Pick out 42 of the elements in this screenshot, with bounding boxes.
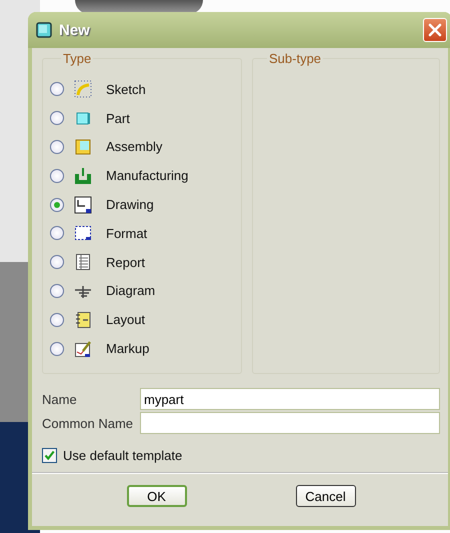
type-option-label: Drawing — [106, 197, 154, 212]
radio-button[interactable] — [50, 198, 64, 212]
dotted-arc-icon — [74, 80, 92, 98]
group-label: Sub-type — [267, 51, 324, 66]
radio-button[interactable] — [50, 312, 64, 327]
radio-button[interactable] — [50, 140, 64, 154]
text-input-field[interactable]: mypart — [140, 388, 440, 410]
pen-markup-icon — [74, 340, 92, 358]
radio-button[interactable] — [50, 255, 64, 270]
type-option-label: Markup — [106, 341, 150, 356]
tool-icon — [74, 166, 92, 185]
list-icon — [74, 253, 92, 272]
cancel-button[interactable]: Cancel — [296, 485, 356, 507]
close-button[interactable] — [423, 18, 447, 42]
radio-button[interactable] — [50, 342, 64, 356]
radio-button[interactable] — [50, 284, 64, 298]
group-label: Type — [61, 51, 94, 66]
type-option-label: Diagram — [106, 283, 156, 298]
notebook-icon — [74, 310, 92, 329]
type-option-label: Format — [106, 226, 148, 241]
text-input-field[interactable] — [140, 412, 440, 434]
dashed-frame-icon — [74, 224, 92, 242]
assembly-icon — [74, 138, 92, 156]
close-icon — [428, 23, 442, 37]
type-option-label: Report — [106, 254, 146, 270]
type-option-label: Manufacturing — [106, 168, 188, 184]
type-option-label: Assembly — [106, 139, 162, 154]
radio-button[interactable] — [50, 82, 64, 96]
cube-icon — [36, 22, 52, 38]
ok-button[interactable]: OK — [126, 485, 186, 507]
type-option-label: Part — [106, 110, 130, 126]
window-title: New — [59, 22, 91, 38]
checkbox[interactable] — [42, 448, 57, 463]
type-option-label: Sketch — [106, 82, 146, 97]
field-label: Name — [42, 392, 78, 406]
field-label: Common Name — [42, 416, 134, 430]
type-option-label: Layout — [106, 312, 146, 328]
radio-button[interactable] — [50, 111, 64, 126]
checkbox-label: Use default template — [63, 448, 182, 463]
radio-button[interactable] — [50, 168, 64, 183]
drawing-sheet-icon — [74, 196, 92, 214]
radio-button[interactable] — [50, 226, 64, 240]
